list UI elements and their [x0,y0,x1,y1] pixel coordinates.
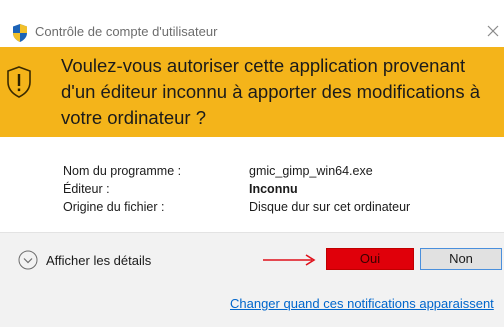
red-arrow-icon [263,254,316,266]
window-title: Contrôle de compte d'utilisateur [35,24,218,39]
origin-label: Origine du fichier : [63,200,165,214]
warning-shield-icon [7,66,31,98]
program-value: gmic_gimp_win64.exe [249,164,373,178]
publisher-label: Éditeur : [63,182,110,196]
publisher-value: Inconnu [249,182,298,196]
dialog-footer [0,232,504,327]
origin-value: Disque dur sur cet ordinateur [249,200,411,214]
notification-settings-link[interactable]: Changer quand ces notifications apparais… [230,296,494,311]
uac-question: Voulez-vous autoriser cette application … [61,55,481,128]
show-details-link[interactable]: Afficher les détails [46,253,151,268]
shield-icon [13,24,27,42]
no-button[interactable]: Non [420,248,502,270]
program-label: Nom du programme : [63,164,182,178]
chevron-down-icon[interactable] [18,250,38,270]
yes-button[interactable]: Oui [326,248,414,270]
close-icon[interactable] [486,24,500,38]
title-bar: Contrôle de compte d'utilisateur [0,0,504,46]
